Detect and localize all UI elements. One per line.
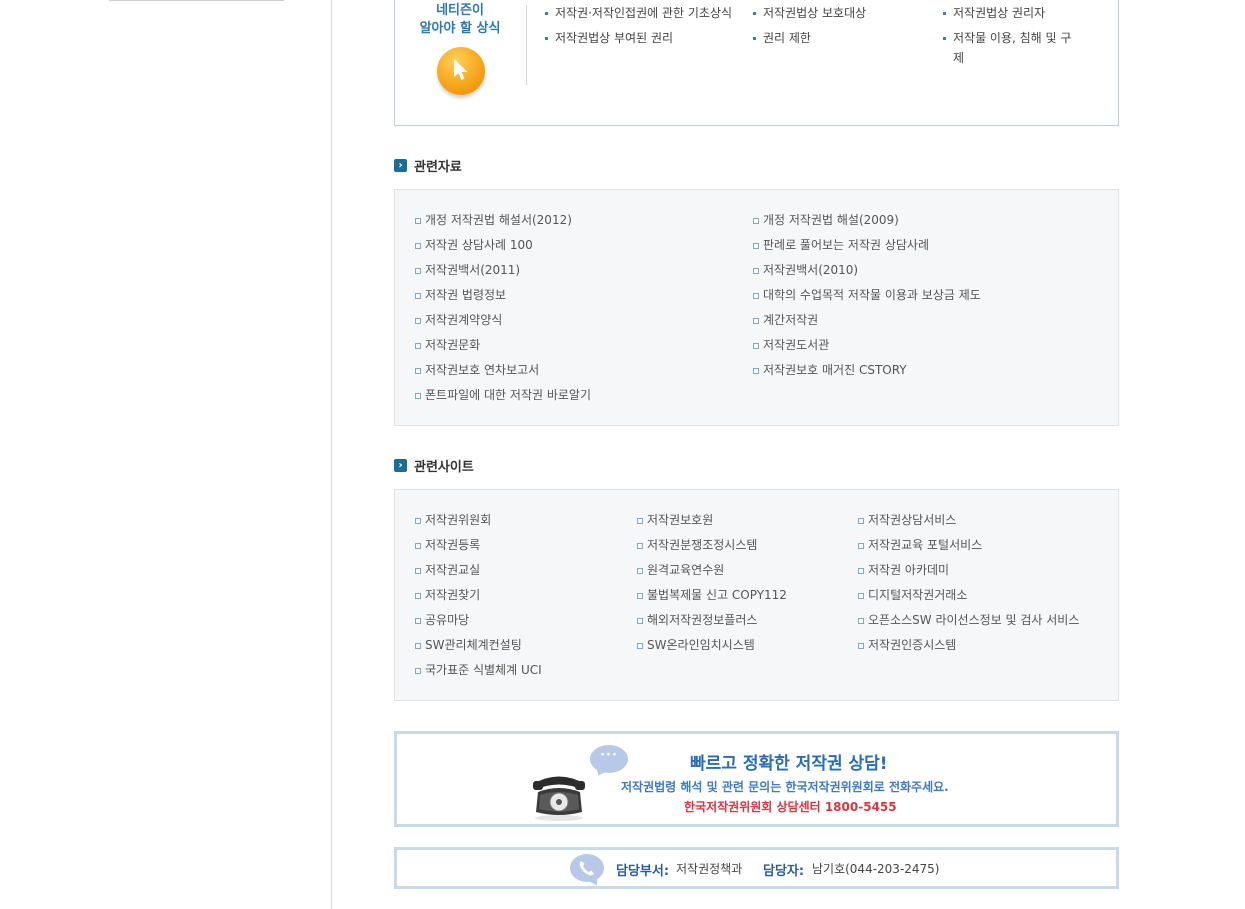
site-link[interactable]: 해외저작권정보플러스 xyxy=(637,612,757,628)
material-link[interactable]: 저작권 법령정보 xyxy=(415,287,506,303)
consult-banner[interactable]: ··· 빠르고 정확한 저작권 상담! 저작권법령 해석 및 관련 문의는 한국… xyxy=(394,731,1119,827)
material-link[interactable]: 개정 저작권법 해설서(2012) xyxy=(415,212,572,228)
site-link[interactable]: SW관리체계컨설팅 xyxy=(415,637,522,653)
person-value: 남기호(044-203-2475) xyxy=(812,862,940,876)
phone-bubble-icon xyxy=(570,854,604,882)
material-link[interactable]: 저작권 상담사례 100 xyxy=(415,237,533,253)
material-link[interactable]: 개정 저작권법 해설(2009) xyxy=(753,212,899,228)
material-link[interactable]: 저작권백서(2011) xyxy=(415,262,520,278)
site-link[interactable]: 디지털저작권거래소 xyxy=(858,587,967,603)
site-link[interactable]: 국가표준 식별체계 UCI xyxy=(415,662,542,678)
cursor-icon[interactable] xyxy=(437,47,485,95)
chevron-right-icon: › xyxy=(394,158,407,172)
section-title: 관련자료 xyxy=(414,159,462,175)
material-link[interactable]: 저작권문화 xyxy=(415,337,480,353)
related-materials-heading: › 관련자료 xyxy=(394,157,462,175)
site-link[interactable]: 저작권보호원 xyxy=(637,512,713,528)
knowledge-link[interactable]: 저작권·저작인접권에 관한 기초상식 xyxy=(545,3,732,23)
contact-info-bar: 담당부서: 저작권정책과 담당자: 남기호(044-203-2475) xyxy=(394,847,1119,889)
site-link[interactable]: SW온라인임치시스템 xyxy=(637,637,755,653)
consult-headline: 빠르고 정확한 저작권 상담! xyxy=(690,754,888,774)
related-sites-box: 저작권위원회 저작권보호원 저작권상담서비스 저작권등록 저작권분쟁조정시스템 … xyxy=(394,489,1119,701)
site-link[interactable]: 저작권 아카데미 xyxy=(858,562,949,578)
left-column-divider xyxy=(331,0,332,909)
site-link[interactable]: 저작권교실 xyxy=(415,562,480,578)
material-link[interactable]: 저작권보호 매거진 CSTORY xyxy=(753,362,907,378)
knowledge-link[interactable]: 저작권법상 권리자 xyxy=(943,3,1045,23)
knowledge-link[interactable]: 저작권법상 부여된 권리 xyxy=(545,28,673,48)
site-link[interactable]: 저작권인증시스템 xyxy=(858,637,956,653)
netizen-knowledge-box: 네티즌이 알아야 할 상식 저작권·저작인접권에 관한 기초상식 저작권법상 보… xyxy=(394,0,1119,126)
material-link[interactable]: 대학의 수업목적 저작물 이용과 보상금 제도 xyxy=(753,287,981,303)
consult-hotline: 한국저작권위원회 상담센터 1800-5455 xyxy=(684,800,897,814)
knowledge-title-line2: 알아야 할 상식 xyxy=(419,21,501,36)
material-link[interactable]: 저작권계약양식 xyxy=(415,312,502,328)
site-link[interactable]: 공유마당 xyxy=(415,612,469,628)
material-link[interactable]: 판례로 풀어보는 저작권 상담사례 xyxy=(753,237,929,253)
site-link[interactable]: 원격교육연수원 xyxy=(637,562,724,578)
related-materials-box: 개정 저작권법 해설서(2012) 개정 저작권법 해설(2009) 저작권 상… xyxy=(394,189,1119,426)
left-nav-bottom-rule xyxy=(109,0,284,1)
section-title: 관련사이트 xyxy=(414,459,474,475)
material-link[interactable]: 계간저작권 xyxy=(753,312,818,328)
consult-description: 저작권법령 해석 및 관련 문의는 한국저작권위원회로 전화주세요. xyxy=(621,780,949,794)
knowledge-link[interactable]: 저작물 이용, 침해 및 구 제 xyxy=(943,28,1071,68)
knowledge-title: 네티즌이 알아야 할 상식 xyxy=(409,2,511,38)
site-link[interactable]: 저작권위원회 xyxy=(415,512,491,528)
speech-bubble-icon: ··· xyxy=(590,745,628,773)
material-link[interactable]: 저작권도서관 xyxy=(753,337,829,353)
chevron-right-icon: › xyxy=(394,458,407,472)
related-sites-heading: › 관련사이트 xyxy=(394,457,474,475)
bubble-dots: ··· xyxy=(600,748,618,763)
dept-label: 담당부서: xyxy=(616,864,670,879)
knowledge-divider xyxy=(526,5,527,85)
material-link[interactable]: 저작권백서(2010) xyxy=(753,262,858,278)
site-link[interactable]: 저작권교육 포털서비스 xyxy=(858,537,982,553)
site-link[interactable]: 저작권분쟁조정시스템 xyxy=(637,537,757,553)
site-link[interactable]: 오픈소스SW 라이선스정보 및 검사 서비스 xyxy=(858,612,1079,628)
knowledge-link-line1: 저작물 이용, 침해 및 구 xyxy=(953,31,1072,45)
site-link[interactable]: 불법복제물 신고 COPY112 xyxy=(637,587,787,603)
site-link[interactable]: 저작권상담서비스 xyxy=(858,512,956,528)
material-link[interactable]: 폰트파일에 대한 저작권 바로알기 xyxy=(415,387,591,403)
material-link[interactable]: 저작권보호 연차보고서 xyxy=(415,362,539,378)
site-link[interactable]: 저작권찾기 xyxy=(415,587,480,603)
knowledge-title-line1: 네티즌이 xyxy=(436,3,484,18)
site-link[interactable]: 저작권등록 xyxy=(415,537,480,553)
knowledge-link-line2: 제 xyxy=(953,51,965,65)
telephone-icon xyxy=(530,764,588,822)
person-label: 담당자: xyxy=(763,864,805,879)
knowledge-link[interactable]: 저작권법상 보호대상 xyxy=(753,3,866,23)
dept-value: 저작권정책과 xyxy=(676,862,743,876)
knowledge-link[interactable]: 권리 제한 xyxy=(753,28,811,48)
